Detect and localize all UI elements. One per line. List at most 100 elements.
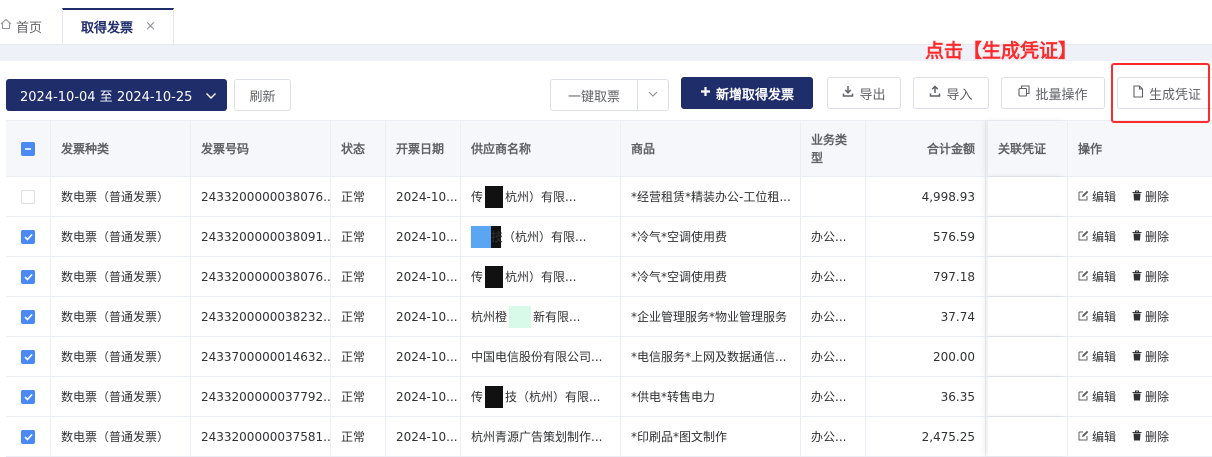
chevron-down-icon [205,90,217,105]
import-label: 导入 [946,87,973,103]
col-number[interactable]: 发票号码 [191,121,331,176]
tab-invoice-received[interactable]: 取得发票 × [62,8,174,44]
table-row[interactable]: 数电票（普通发票） 2433200000038076... 正常 2024-10...… [6,177,1212,217]
col-date[interactable]: 开票日期 [386,121,461,176]
cell-biz-type: 办公... [801,337,866,376]
supplier-text-start: 杭州橙 [471,310,508,324]
row-select-cell [6,337,51,376]
delete-button[interactable]: 删除 [1132,428,1169,445]
edit-button[interactable]: 编辑 [1078,388,1116,405]
supplier-text-start: 传 [471,390,484,404]
cell-ops: 编辑 删除 [1068,377,1212,416]
cell-type: 数电票（普通发票） [51,257,191,296]
cell-date: 2024-10... [386,177,461,216]
col-biz-type[interactable]: 业务类 型 [801,121,866,176]
table-row[interactable]: 数电票（普通发票） 2433200000038076... 正常 2024-10...… [6,257,1212,297]
cell-voucher [988,377,1068,416]
col-type[interactable]: 发票种类 [51,121,191,176]
export-button[interactable]: 导出 [827,77,901,109]
row-checkbox[interactable] [21,189,35,204]
edit-button[interactable]: 编辑 [1078,228,1116,245]
edit-button[interactable]: 编辑 [1078,188,1116,205]
col-voucher[interactable]: 关联凭证 [988,121,1068,176]
edit-button[interactable]: 编辑 [1078,348,1116,365]
table-row[interactable]: 数电票（普通发票） 2433200000038091... 正常 2024-10...… [6,217,1212,257]
cell-date: 2024-10... [386,337,461,376]
trash-icon [1132,269,1145,284]
edit-label: 编辑 [1092,430,1117,444]
table-row[interactable]: 数电票（普通发票） 2433200000037792... 正常 2024-10...… [6,377,1212,417]
delete-button[interactable]: 删除 [1132,268,1169,285]
batch-label: 批量操作 [1035,87,1088,103]
batch-operation-button[interactable]: 批量操作 [1001,77,1105,109]
supplier-text-start: 传 [471,270,484,284]
cell-date: 2024-10... [386,417,461,456]
redaction-mask [471,225,501,248]
cell-date: 2024-10... [386,217,461,256]
tab-active-label: 取得发票 [81,21,134,36]
row-checkbox[interactable] [21,269,35,284]
row-checkbox[interactable] [21,229,35,244]
delete-label: 删除 [1145,350,1170,364]
col-ops: 操作 [1068,121,1212,176]
col-supplier[interactable]: 供应商名称 [461,121,621,176]
generate-voucher-label: 生成凭证 [1149,87,1202,103]
edit-button[interactable]: 编辑 [1078,428,1116,445]
cell-number: 2433200000038232... [191,297,331,336]
row-checkbox[interactable] [21,389,35,404]
edit-label: 编辑 [1092,350,1117,364]
table-row[interactable]: 数电票（普通发票） 2433200000038232... 正常 2024-10...… [6,297,1212,337]
cell-status: 正常 [331,297,386,336]
delete-button[interactable]: 删除 [1132,228,1169,245]
refresh-button[interactable]: 刷新 [234,79,291,111]
row-checkbox[interactable] [21,429,35,444]
edit-button[interactable]: 编辑 [1078,268,1116,285]
select-all-checkbox[interactable] [21,141,35,156]
cell-status: 正常 [331,217,386,256]
cell-goods: *冷气*空调使用费 [621,257,801,296]
row-checkbox[interactable] [21,309,35,324]
cell-supplier: 传 杭州）有限... [461,257,621,296]
cell-supplier: 技（杭州）有限... [461,217,621,256]
delete-label: 删除 [1145,430,1170,444]
supplier-text-start: 传 [471,190,484,204]
edit-label: 编辑 [1092,230,1117,244]
plus-icon [700,86,716,101]
add-invoice-button[interactable]: 新增取得发票 [681,77,813,109]
edit-label: 编辑 [1092,310,1117,324]
table-row[interactable]: 数电票（普通发票） 2433200000037581... 正常 2024-10...… [6,417,1212,457]
cell-amount: 36.35 [866,377,986,416]
delete-button[interactable]: 删除 [1132,188,1169,205]
delete-button[interactable]: 删除 [1132,388,1169,405]
supplier-text-start: 杭州青源广告策划制作... [471,430,603,444]
cell-status: 正常 [331,337,386,376]
delete-label: 删除 [1145,270,1170,284]
cell-amount: 576.59 [866,217,986,256]
import-button[interactable]: 导入 [913,77,989,109]
cell-biz-type: 办公... [801,417,866,456]
col-goods[interactable]: 商品 [621,121,801,176]
date-range-picker[interactable]: 2024-10-04 至 2024-10-25 [6,79,227,111]
cell-type: 数电票（普通发票） [51,217,191,256]
redaction-mask [485,265,504,288]
table-row[interactable]: 数电票（普通发票） 2433700000014632... 正常 2024-10...… [6,337,1212,377]
redaction-mask [485,385,504,408]
row-checkbox[interactable] [21,349,35,364]
tab-home[interactable]: 首页 [0,8,60,44]
delete-button[interactable]: 删除 [1132,348,1169,365]
cell-supplier: 杭州青源广告策划制作... [461,417,621,456]
generate-voucher-button[interactable]: 生成凭证 [1117,77,1212,109]
supplier-text-end: 技（杭州）有限... [505,390,601,404]
delete-label: 删除 [1145,310,1170,324]
fetch-dropdown-toggle[interactable] [637,79,669,111]
cell-type: 数电票（普通发票） [51,297,191,336]
cell-supplier: 传 杭州）有限... [461,177,621,216]
cell-type: 数电票（普通发票） [51,417,191,456]
fetch-invoices-button[interactable]: 一键取票 [550,79,638,111]
col-amount[interactable]: 合计金额 [866,121,986,176]
col-status[interactable]: 状态 [331,121,386,176]
cell-ops: 编辑 删除 [1068,417,1212,456]
edit-button[interactable]: 编辑 [1078,308,1116,325]
close-icon[interactable]: × [145,19,156,34]
delete-button[interactable]: 删除 [1132,308,1169,325]
